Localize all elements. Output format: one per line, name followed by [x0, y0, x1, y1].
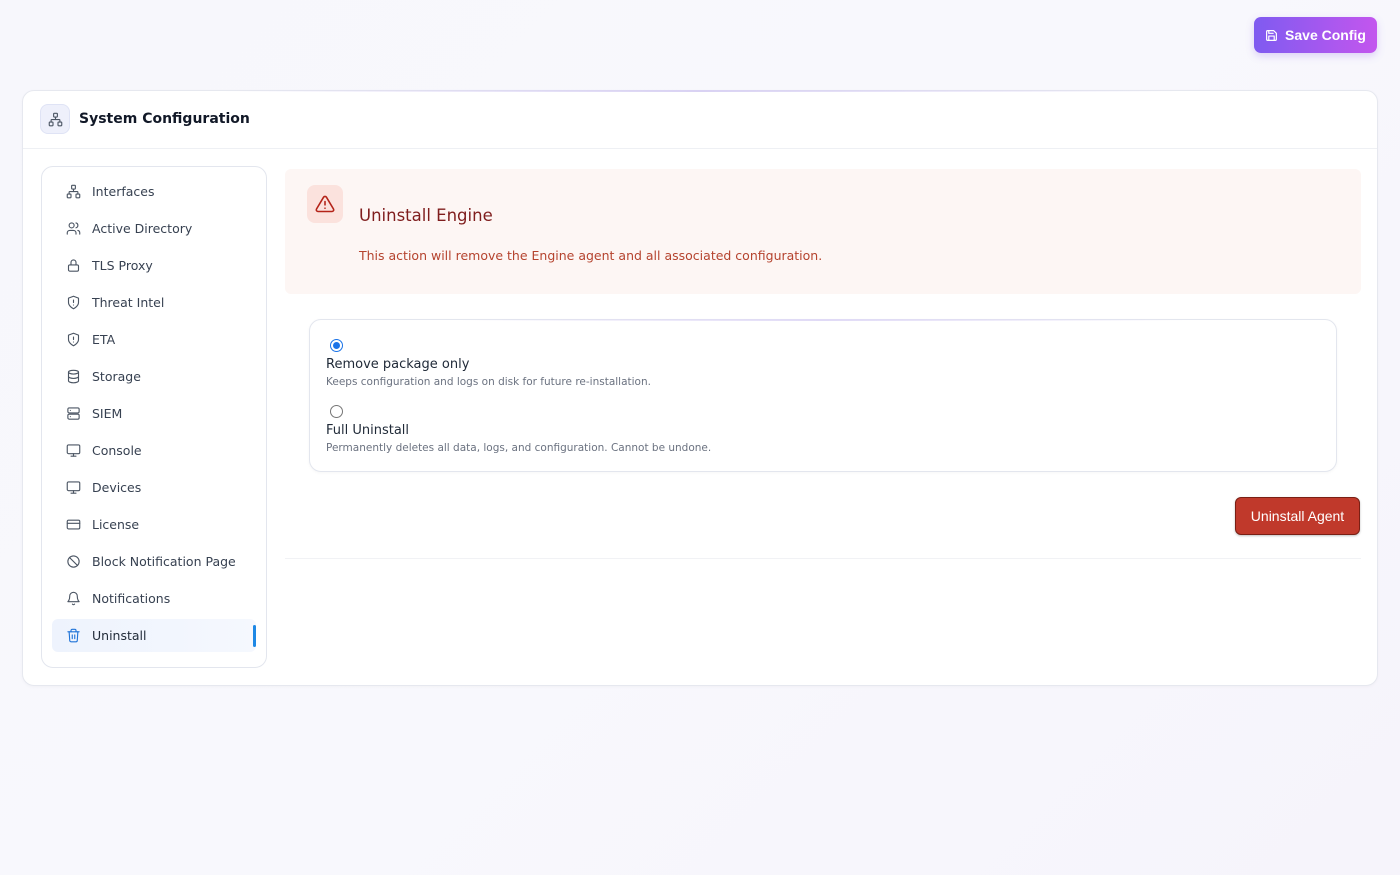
database-icon — [67, 369, 80, 384]
sidebar-item-label: Active Directory — [92, 221, 193, 236]
ban-icon — [67, 555, 80, 568]
network-icon — [40, 104, 70, 134]
danger-alert: Uninstall Engine This action will remove… — [285, 169, 1361, 294]
sidebar-item-siem[interactable]: SIEM — [52, 397, 256, 430]
main-content: Uninstall Engine This action will remove… — [285, 169, 1361, 559]
alert-title: Uninstall Engine — [359, 206, 493, 225]
sidebar-item-notifications[interactable]: Notifications — [52, 582, 256, 615]
save-config-button[interactable]: Save Config — [1254, 17, 1377, 53]
option-description: Permanently deletes all data, logs, and … — [326, 442, 712, 454]
sidebar-item-label: Notifications — [92, 591, 171, 606]
bell-icon — [67, 591, 80, 606]
monitor-icon — [66, 444, 81, 457]
option-label: Full Uninstall — [326, 423, 410, 438]
radio-full-uninstall[interactable] — [330, 405, 343, 418]
sidebar: Interfaces Active Directory TLS Proxy Th… — [41, 166, 267, 668]
sidebar-item-interfaces[interactable]: Interfaces — [52, 175, 256, 208]
sidebar-item-label: Block Notification Page — [92, 554, 236, 569]
sidebar-item-label: Storage — [92, 369, 141, 384]
network-icon — [66, 184, 81, 199]
config-card: System Configuration Interfaces Active D… — [22, 90, 1378, 686]
uninstall-agent-button[interactable]: Uninstall Agent — [1235, 497, 1360, 535]
save-config-label: Save Config — [1285, 27, 1366, 43]
sidebar-item-license[interactable]: License — [52, 508, 256, 541]
credit-card-icon — [66, 519, 81, 530]
sidebar-item-label: Threat Intel — [92, 295, 165, 310]
sidebar-item-tls-proxy[interactable]: TLS Proxy — [52, 249, 256, 282]
sidebar-item-label: Uninstall — [92, 628, 147, 643]
sidebar-item-block-notification-page[interactable]: Block Notification Page — [52, 545, 256, 578]
warning-triangle-icon — [307, 185, 343, 223]
alert-description: This action will remove the Engine agent… — [359, 248, 823, 263]
users-icon — [66, 222, 81, 235]
sidebar-item-storage[interactable]: Storage — [52, 360, 256, 393]
uninstall-options: Remove package only Keeps configuration … — [309, 319, 1337, 472]
radio-remove-package[interactable] — [330, 339, 343, 352]
trash-icon — [67, 628, 80, 643]
sidebar-item-threat-intel[interactable]: Threat Intel — [52, 286, 256, 319]
sidebar-item-eta[interactable]: ETA — [52, 323, 256, 356]
sidebar-item-label: Console — [92, 443, 142, 458]
sidebar-item-label: ETA — [92, 332, 116, 347]
sidebar-item-uninstall[interactable]: Uninstall — [52, 619, 256, 652]
shield-alert-icon — [67, 332, 80, 347]
sidebar-item-devices[interactable]: Devices — [52, 471, 256, 504]
option-label: Remove package only — [326, 357, 470, 372]
card-header: System Configuration — [23, 91, 1377, 149]
options-accent-line — [460, 319, 1186, 321]
lock-icon — [67, 259, 80, 272]
sidebar-item-console[interactable]: Console — [52, 434, 256, 467]
monitor-icon — [66, 481, 81, 494]
sidebar-item-label: TLS Proxy — [92, 258, 153, 273]
sidebar-item-active-directory[interactable]: Active Directory — [52, 212, 256, 245]
floppy-disk-icon — [1266, 29, 1278, 41]
page-title: System Configuration — [79, 111, 250, 127]
sidebar-item-label: License — [92, 517, 140, 532]
option-description: Keeps configuration and logs on disk for… — [326, 376, 651, 388]
server-icon — [67, 407, 80, 420]
sidebar-item-label: SIEM — [92, 406, 123, 421]
sidebar-item-label: Devices — [92, 480, 142, 495]
shield-alert-icon — [67, 295, 80, 310]
sidebar-item-label: Interfaces — [92, 184, 155, 199]
